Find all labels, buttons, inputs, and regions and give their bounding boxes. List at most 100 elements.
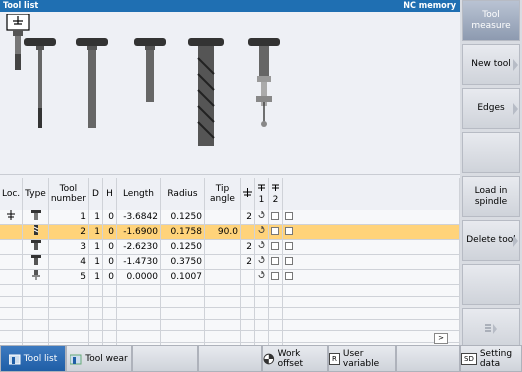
- empty-cell: [102, 319, 117, 331]
- radius-cell[interactable]: 0.1758: [160, 224, 205, 240]
- direction-cell[interactable]: 2: [240, 210, 255, 225]
- length-cell[interactable]: -2.6230: [116, 239, 161, 255]
- h-cell[interactable]: 0: [102, 254, 117, 270]
- h-cell[interactable]: 0: [102, 224, 117, 240]
- tool-number-cell[interactable]: 4: [48, 254, 89, 270]
- radius-cell[interactable]: 0.3750: [160, 254, 205, 270]
- d-cell[interactable]: 1: [88, 210, 103, 225]
- radius-cell[interactable]: 0.1250: [160, 210, 205, 225]
- col-header-d: D: [88, 178, 103, 210]
- coolant1-cell[interactable]: [254, 210, 269, 225]
- spacer-cell[interactable]: [282, 254, 461, 270]
- tip-angle-cell[interactable]: [204, 210, 241, 225]
- table-row[interactable]: 1 1 0 -3.6842 0.1250 2: [0, 210, 461, 225]
- length-cell[interactable]: 0.0000: [116, 269, 161, 285]
- coolant2-cell[interactable]: [268, 239, 283, 255]
- coolant-2-checkbox[interactable]: [271, 242, 280, 250]
- tool-measure-button[interactable]: Tool measure: [462, 0, 520, 41]
- loc-cell[interactable]: [0, 254, 24, 270]
- tool-list-button[interactable]: Tool list: [0, 345, 66, 372]
- loc-cell[interactable]: [0, 239, 24, 255]
- direction-cell[interactable]: [240, 224, 255, 240]
- coolant1-cell[interactable]: [254, 239, 269, 255]
- delete-tool-button[interactable]: Delete tool: [462, 220, 520, 261]
- radius-cell[interactable]: 0.1250: [160, 239, 205, 255]
- coolant-2-checkbox[interactable]: [271, 212, 280, 220]
- softkey-bottom-empty-7[interactable]: [396, 345, 460, 372]
- tip-angle-cell[interactable]: [204, 269, 241, 285]
- coolant2-cell[interactable]: [268, 224, 283, 240]
- setting-data-button[interactable]: SD Setting data: [460, 345, 522, 372]
- d-cell[interactable]: 1: [88, 239, 103, 255]
- d-cell[interactable]: 1: [88, 224, 103, 240]
- radius-cell[interactable]: 0.1007: [160, 269, 205, 285]
- table-row[interactable]: 3 1 0 -2.6230 0.1250 2: [0, 239, 461, 255]
- tip-angle-cell[interactable]: [204, 239, 241, 255]
- softkey-empty-4[interactable]: [462, 132, 520, 173]
- table-row[interactable]: 4 1 0 -1.4730 0.3750 2: [0, 254, 461, 270]
- coolant2-cell[interactable]: [268, 254, 283, 270]
- spacer-cell[interactable]: [282, 239, 461, 255]
- empty-cell: [88, 284, 103, 297]
- more-softkeys-button[interactable]: [462, 308, 520, 349]
- loc-cell[interactable]: [0, 224, 24, 240]
- coolant2-cell[interactable]: [268, 210, 283, 225]
- h-cell[interactable]: 0: [102, 239, 117, 255]
- length-cell[interactable]: -1.6900: [116, 224, 161, 240]
- direction-cell[interactable]: 2: [240, 239, 255, 255]
- h-cell[interactable]: 0: [102, 269, 117, 285]
- coolant-2-checkbox[interactable]: [271, 257, 280, 265]
- direction-cell[interactable]: [240, 269, 255, 285]
- table-row[interactable]: 2 1 0 -1.6900 0.1758 90.0: [0, 224, 461, 240]
- tool-number-cell[interactable]: 5: [48, 269, 89, 285]
- coolant1-cell[interactable]: [254, 254, 269, 270]
- softkey-bottom-empty-3[interactable]: [132, 345, 198, 372]
- type-cell[interactable]: [22, 210, 49, 225]
- length-cell[interactable]: -3.6842: [116, 210, 161, 225]
- scroll-right-button[interactable]: >: [434, 333, 448, 344]
- coolant-2-checkbox[interactable]: [271, 227, 280, 235]
- empty-cell: [102, 307, 117, 320]
- coolant-3-checkbox[interactable]: [284, 257, 293, 265]
- h-cell[interactable]: 0: [102, 210, 117, 225]
- coolant2-cell[interactable]: [268, 269, 283, 285]
- coolant-3-checkbox[interactable]: [284, 212, 293, 220]
- tool-number-cell[interactable]: 1: [48, 210, 89, 225]
- user-variable-button[interactable]: R User variable: [328, 345, 396, 372]
- tool-wear-button[interactable]: Tool wear: [66, 345, 132, 372]
- setting-data-label: Setting data: [479, 348, 513, 369]
- tool-number-cell[interactable]: 3: [48, 239, 89, 255]
- type-cell[interactable]: [22, 239, 49, 255]
- edges-button[interactable]: Edges: [462, 88, 520, 129]
- coolant-3-checkbox[interactable]: [284, 242, 293, 250]
- load-in-spindle-button[interactable]: Load in spindle: [462, 176, 520, 217]
- tip-angle-cell[interactable]: [204, 254, 241, 270]
- work-offset-button[interactable]: Work offset: [262, 345, 328, 372]
- loc-cell[interactable]: [0, 210, 24, 225]
- spacer-cell[interactable]: [282, 224, 461, 240]
- spacer-cell[interactable]: [282, 269, 461, 285]
- coolant1-cell[interactable]: [254, 224, 269, 240]
- coolant1-cell[interactable]: [254, 269, 269, 285]
- d-cell[interactable]: 1: [88, 269, 103, 285]
- loc-cell[interactable]: [0, 269, 24, 285]
- new-tool-button[interactable]: New tool: [462, 44, 520, 85]
- table-row[interactable]: 5 1 0 0.0000 0.1007: [0, 269, 461, 285]
- tip-angle-cell[interactable]: 90.0: [204, 224, 241, 240]
- type-cell[interactable]: [22, 269, 49, 285]
- length-cell[interactable]: -1.4730: [116, 254, 161, 270]
- direction-cell[interactable]: 2: [240, 254, 255, 270]
- coolant-3-checkbox[interactable]: [284, 272, 293, 280]
- more-icon: [485, 323, 497, 334]
- softkey-bottom-empty-4[interactable]: [198, 345, 262, 372]
- tool-number-cell[interactable]: 2: [48, 224, 89, 240]
- spacer-cell[interactable]: [282, 210, 461, 225]
- empty-cell: [254, 296, 269, 308]
- d-cell[interactable]: 1: [88, 254, 103, 270]
- col-header-loc: Loc.: [0, 178, 24, 210]
- coolant-2-checkbox[interactable]: [271, 272, 280, 280]
- type-cell[interactable]: [22, 224, 49, 240]
- coolant-3-checkbox[interactable]: [284, 227, 293, 235]
- type-cell[interactable]: [22, 254, 49, 270]
- softkey-empty-7[interactable]: [462, 264, 520, 305]
